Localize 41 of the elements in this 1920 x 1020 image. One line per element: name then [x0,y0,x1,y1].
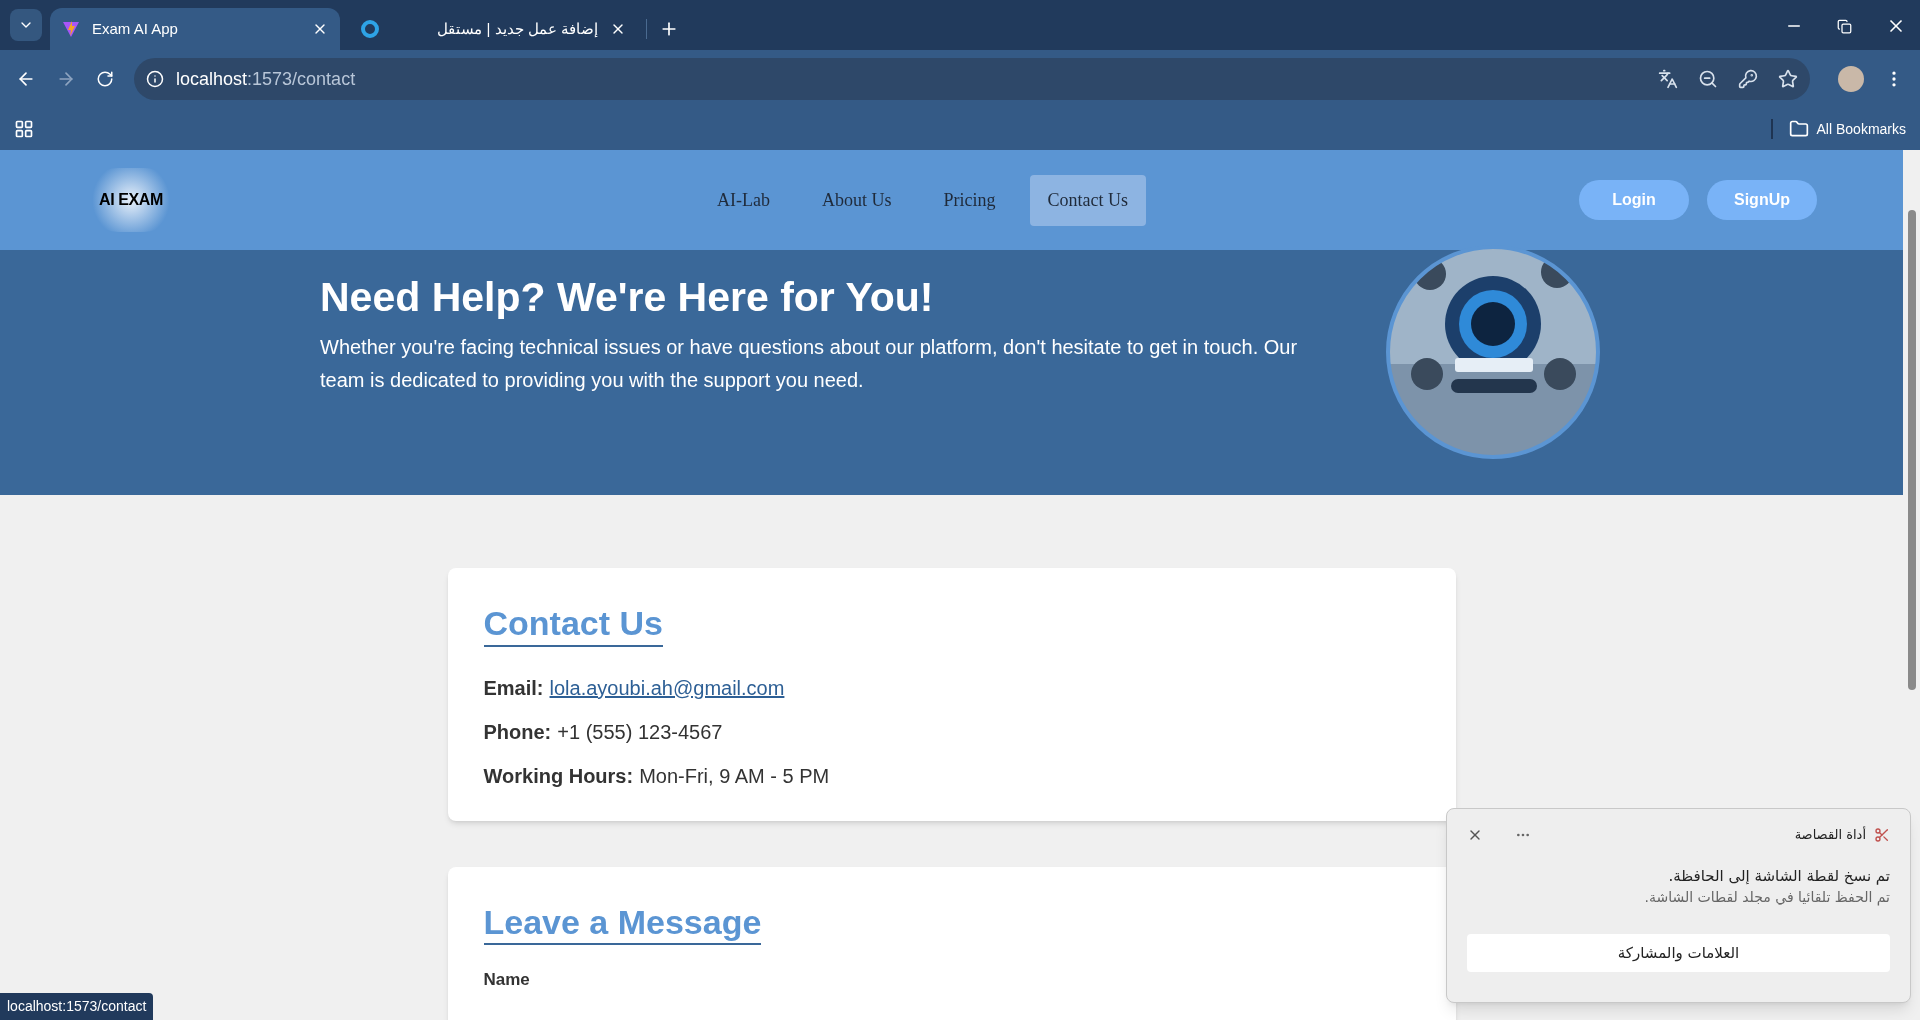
card-title: Leave a Message [483,900,762,945]
scissors-icon [1874,826,1890,843]
name-label: Name [483,969,531,991]
toast-message: تم نسخ لقطة الشاشة إلى الحافظة. [1667,865,1890,887]
info-icon[interactable] [146,70,164,88]
hero-title: Need Help? We're Here for You! [320,273,935,322]
star-icon[interactable] [1778,69,1798,89]
nav-link[interactable]: AI-Lab [699,174,788,226]
field-value: Mon-Fri, 9 AM - 5 PM [639,763,830,789]
card-title: Contact Us [483,602,663,647]
tab-title: إضافة عمل جديد | مستقل [436,18,598,39]
nav-link[interactable]: Pricing [925,174,1014,226]
field-label: Phone: [483,719,552,745]
email-link[interactable]: lola.ayoubi.ah@gmail.com [549,672,785,703]
address-bar[interactable]: localhost:1573/contact [134,58,1810,100]
zoom-out-icon[interactable] [1698,69,1718,89]
tab-search-button[interactable] [10,9,42,41]
field-label: Working Hours: [483,763,634,789]
apps-grid-icon[interactable] [14,119,34,139]
status-url: localhost:1573/contact [0,993,154,1020]
nav-link[interactable]: Contact Us [1029,174,1146,226]
nav-link[interactable]: About Us [804,174,910,226]
profile-avatar[interactable] [1838,66,1864,92]
toast-detail: تم الحفظ تلقائيا في مجلد لقطات الشاشة. [1643,888,1890,908]
toast-app-name: أداة القصاصة [1794,825,1866,844]
bookmarks-label[interactable]: All Bookmarks [1816,118,1906,140]
field-value: +1 (555) 123-4567 [557,719,723,745]
ring-icon [360,19,380,39]
field-label: Email: [483,675,544,701]
hero-text: Whether you're facing technical issues or have questions about our platform, don't hesitate to get in touch. Our team is dedicated to providing you with the support you need. [320,335,1299,394]
browser-tab[interactable]: Exam AI App [50,8,340,50]
tab-title: Exam AI App [92,18,179,39]
key-icon[interactable] [1738,69,1758,89]
triangle-logo-icon [62,20,80,38]
translate-icon[interactable] [1658,69,1678,89]
url-text: localhost:1573/contact [176,67,356,91]
markup-share-button[interactable]: العلامات والمشاركة [1467,934,1890,972]
reload-icon[interactable] [96,70,114,88]
folder-icon [1788,119,1809,139]
browser-tab[interactable]: إضافة عمل جديد | مستقل [348,8,638,50]
restore-icon[interactable] [1837,18,1852,34]
